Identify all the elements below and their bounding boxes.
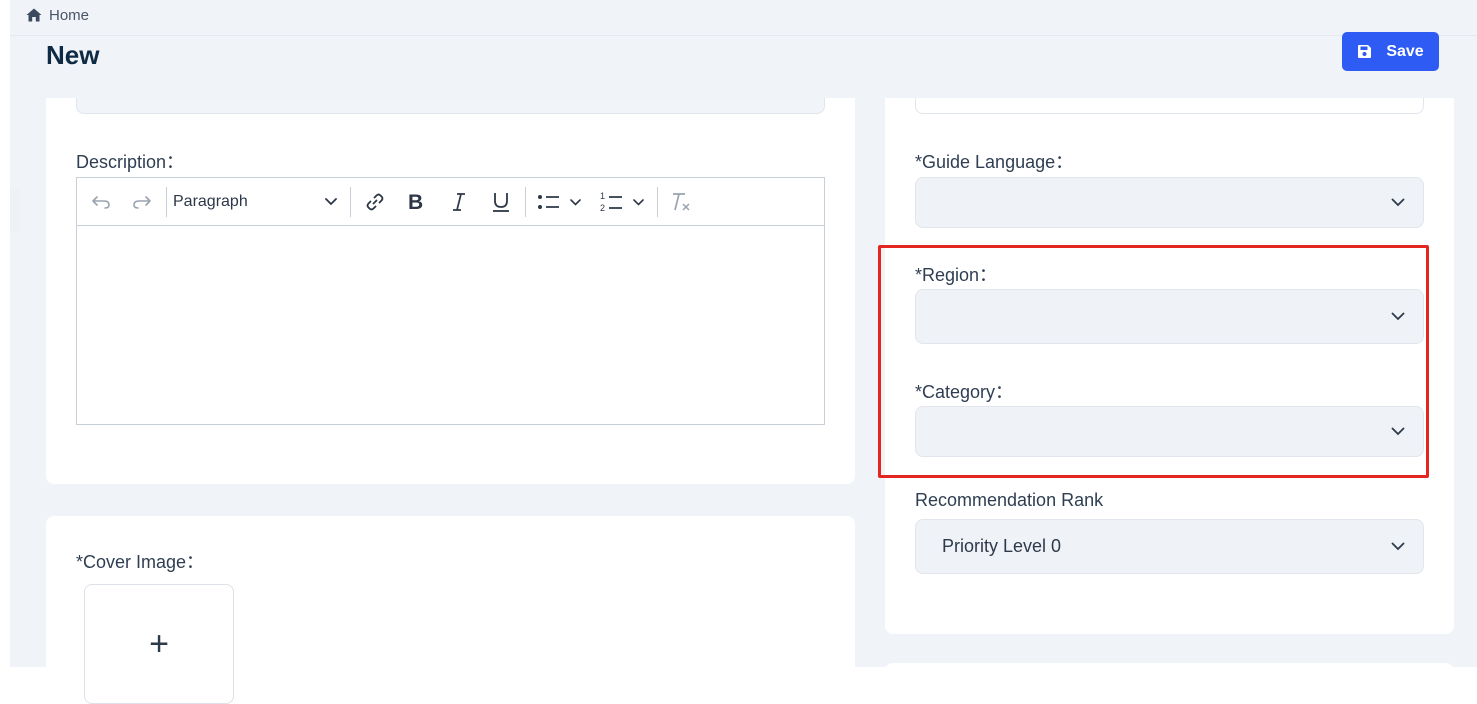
bold-icon[interactable]: B (403, 188, 429, 216)
top-input-stub[interactable] (915, 98, 1424, 114)
editor-toolbar: Paragraph B 1 2 (77, 178, 824, 226)
page-title: New (46, 40, 100, 70)
toolbar-divider (657, 187, 658, 217)
cover-image-card: *Cover Image： + (46, 516, 855, 704)
redo-icon[interactable] (130, 188, 154, 216)
plus-icon: + (149, 625, 169, 663)
settings-card: *Guide Language： *Region： *Category： Rec… (885, 98, 1454, 634)
recommendation-rank-label: Recommendation Rank (915, 490, 1104, 510)
app-shell: Home New Save Description： Paragraph B 1… (10, 0, 1477, 704)
chevron-down-icon (1391, 198, 1405, 207)
svg-text:B: B (408, 192, 423, 212)
region-label: *Region： (915, 265, 998, 285)
recommendation-rank-select[interactable]: Priority Level 0 (915, 519, 1424, 574)
toolbar-divider (166, 187, 167, 217)
underline-icon[interactable] (488, 188, 514, 216)
editor-content-area[interactable] (77, 226, 824, 424)
next-card-top (885, 663, 1454, 683)
svg-text:2: 2 (600, 203, 605, 213)
save-button-label: Save (1386, 42, 1424, 60)
chevron-down-icon (325, 198, 337, 206)
paragraph-style-select[interactable]: Paragraph (173, 188, 343, 216)
description-label: Description： (76, 152, 185, 172)
chevron-down-icon (1391, 312, 1405, 321)
rich-text-editor: Paragraph B 1 2 (76, 177, 825, 425)
category-select[interactable] (915, 406, 1424, 457)
title-input-stub[interactable] (76, 98, 825, 114)
sidebar-edge (10, 188, 20, 232)
paragraph-style-value: Paragraph (173, 193, 248, 210)
breadcrumb: Home (10, 0, 1477, 36)
svg-text:1: 1 (600, 191, 605, 201)
remove-format-icon[interactable] (667, 188, 695, 216)
chevron-down-icon (1391, 427, 1405, 436)
save-button[interactable]: Save (1342, 32, 1439, 71)
undo-icon[interactable] (89, 188, 113, 216)
toolbar-divider (525, 187, 526, 217)
link-icon[interactable] (362, 188, 388, 216)
region-select[interactable] (915, 289, 1424, 344)
save-icon (1358, 45, 1372, 58)
guide-language-label: *Guide Language： (915, 152, 1074, 172)
breadcrumb-home-link[interactable]: Home (49, 7, 89, 24)
description-card: Description： Paragraph B 1 2 (46, 98, 855, 484)
chevron-down-icon (1391, 542, 1405, 551)
toolbar-divider (350, 187, 351, 217)
numbered-list-icon[interactable]: 12 (599, 188, 649, 216)
category-label: *Category： (915, 382, 1014, 402)
italic-icon[interactable] (446, 188, 472, 216)
recommendation-rank-value: Priority Level 0 (942, 536, 1062, 556)
cover-image-label: *Cover Image： (76, 552, 205, 572)
bulleted-list-icon[interactable] (536, 188, 586, 216)
home-icon[interactable] (26, 8, 42, 22)
guide-language-select[interactable] (915, 177, 1424, 228)
cover-image-upload[interactable]: + (84, 584, 234, 704)
